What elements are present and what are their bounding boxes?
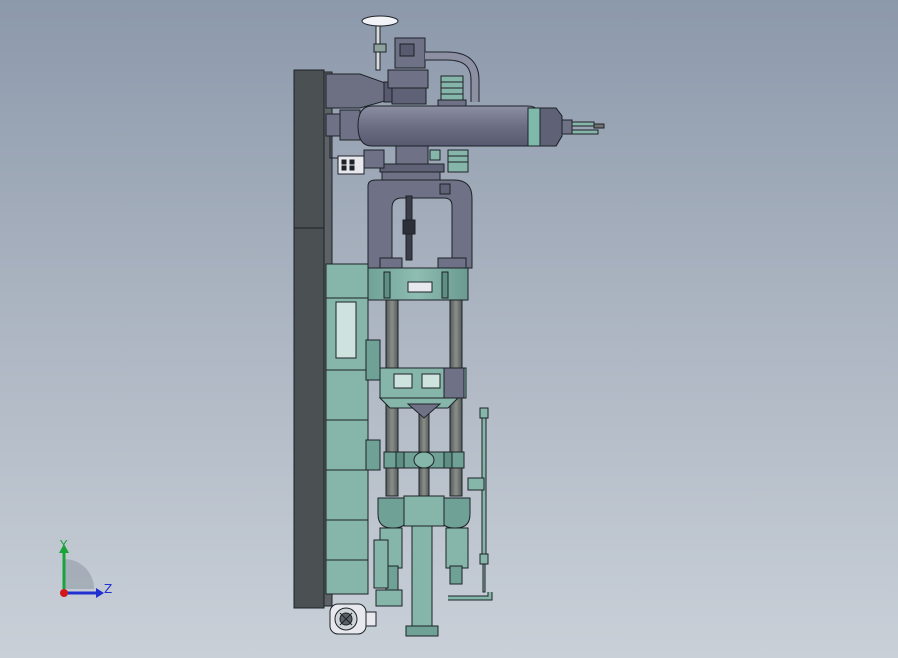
y-axis-label: Y [59, 538, 68, 552]
bottom-motor [329, 603, 377, 635]
z-axis-arrowhead [96, 588, 104, 598]
c-frame [367, 179, 473, 269]
spring-assembly-upper [437, 75, 467, 107]
origin-dot [60, 589, 68, 597]
z-axis-label: Z [104, 582, 112, 596]
cad-viewport[interactable]: Y Z [0, 0, 898, 658]
linkage-mid [383, 451, 465, 469]
upper-crosshead [365, 257, 469, 301]
axis-triad: Y Z [59, 538, 112, 598]
teal-housing [325, 263, 381, 595]
lower-cylinders [373, 495, 471, 637]
horizontal-tank [325, 105, 605, 147]
side-hopper [325, 73, 393, 109]
column-neck [379, 145, 469, 183]
